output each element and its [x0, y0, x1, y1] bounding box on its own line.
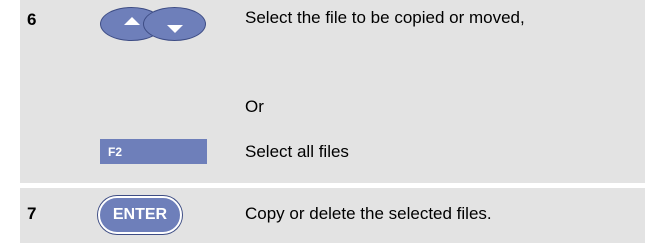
fkey-text: Select all files — [245, 142, 349, 161]
step-text: Copy or delete the selected files. — [245, 204, 492, 223]
arrow-down-key-icon — [143, 7, 206, 41]
or-label: Or — [245, 97, 264, 116]
step-text: Select the file to be copied or moved, — [245, 8, 525, 27]
f2-key-icon: F2 — [100, 139, 207, 164]
step-number: 6 — [27, 10, 37, 29]
step-number: 7 — [27, 204, 37, 223]
enter-key-icon: ENTER — [98, 196, 182, 234]
